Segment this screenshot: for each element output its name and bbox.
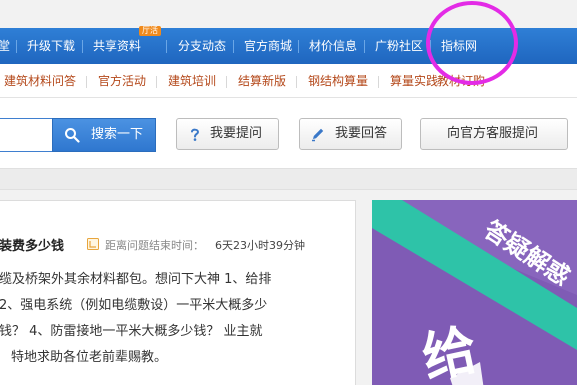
time-remaining-value: 6天23小时39分钟: [215, 239, 305, 252]
question-title[interactable]: 装费多少钱: [0, 235, 64, 254]
answer-label: 我要回答: [335, 126, 388, 141]
subnav-divider: [156, 76, 157, 88]
search-button-label: 搜索一下: [91, 127, 144, 142]
nav-divider: [82, 40, 83, 53]
nav-badge: 厅活: [139, 26, 161, 36]
search-area: 搜索一下 我要提问 我要回答 向官方客服提问: [0, 98, 577, 168]
subnav-building-materials-qa[interactable]: 建筑材料问答: [4, 64, 76, 98]
promo-banner-graphic: 答疑解惑 给: [372, 200, 577, 385]
subnav-quantity-practice[interactable]: 算量实践: [390, 64, 438, 98]
nav-item-community[interactable]: 广粉社区: [375, 28, 423, 64]
subnav-divider: [226, 76, 227, 88]
clock-icon: [87, 238, 99, 250]
nav-divider: [298, 40, 299, 53]
question-body-line: 钱？ 4、防雷接地一平米大概多少钱？ 业主就: [0, 324, 263, 339]
subnav-divider: [86, 76, 87, 88]
time-remaining-label: 距离问题结束时间：: [105, 239, 204, 252]
ask-official-service-label: 向官方客服提问: [447, 126, 539, 141]
question-body-line: 2、强电系统（例如电缆敷设）一平米大概多少: [0, 298, 268, 313]
nav-item-home[interactable]: 堂: [0, 28, 10, 64]
search-icon: [65, 128, 80, 143]
question-card: 装费多少钱 距离问题结束时间： 6天23小时39分钟 缆及桥架外其余材料都包。想…: [0, 200, 356, 385]
nav-divider: [233, 40, 234, 53]
subnav-official-events[interactable]: 官方活动: [98, 64, 146, 98]
subnav-building-training[interactable]: 建筑培训: [168, 64, 216, 98]
answer-button[interactable]: 我要回答: [299, 118, 402, 150]
subnav-settlement-new[interactable]: 结算新版: [238, 64, 286, 98]
nav-item-branch-news[interactable]: 分支动态: [178, 28, 226, 64]
nav-item-official-store[interactable]: 官方商城: [244, 28, 292, 64]
search-button[interactable]: 搜索一下: [52, 118, 156, 152]
question-mark-icon: [191, 128, 200, 141]
ask-question-button[interactable]: 我要提问: [176, 118, 279, 150]
search-input[interactable]: [0, 118, 52, 152]
question-body-line: 缆及桥架外其余材料都包。想问下大神 1、给排: [0, 272, 272, 287]
question-body-line: 特地求助各位老前辈赐教。: [11, 350, 168, 365]
ask-question-label: 我要提问: [210, 126, 263, 141]
ask-official-service-button[interactable]: 向官方客服提问: [420, 118, 568, 150]
nav-item-material-prices[interactable]: 材价信息: [309, 28, 357, 64]
promo-banner[interactable]: 答疑解惑 给: [372, 200, 577, 385]
section-divider-strip: [0, 168, 577, 190]
nav-item-downloads[interactable]: 升级下载: [27, 28, 75, 64]
nav-divider: [16, 40, 17, 53]
subnav-divider: [378, 76, 379, 88]
annotation-circle: [426, 1, 518, 85]
subnav-steel-structure[interactable]: 钢结构算量: [308, 64, 368, 98]
nav-item-shared-resources[interactable]: 共享资料: [93, 28, 141, 64]
nav-divider: [166, 40, 167, 53]
subnav-divider: [296, 76, 297, 88]
pencil-icon: [312, 128, 324, 142]
nav-divider: [364, 40, 365, 53]
